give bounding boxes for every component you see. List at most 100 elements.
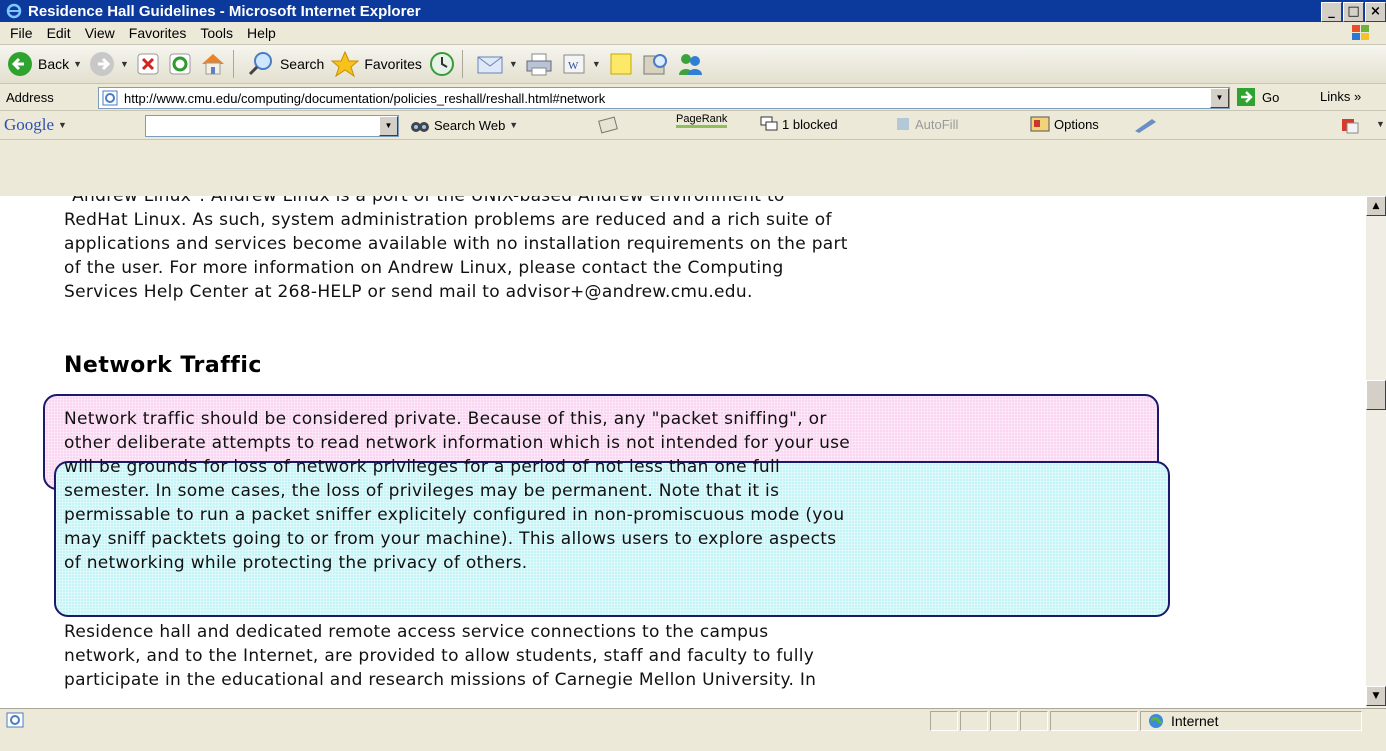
text-line: applications and services become availab… [64, 234, 848, 254]
back-arrow-icon [8, 52, 32, 76]
mail-button[interactable]: ▼ [475, 51, 518, 77]
scroll-thumb[interactable] [1366, 380, 1386, 410]
menu-edit[interactable]: Edit [47, 25, 71, 41]
status-pane [1050, 711, 1138, 731]
stop-button[interactable] [135, 51, 161, 77]
section-heading: Network Traffic [64, 353, 262, 378]
scroll-up-button[interactable]: ▲ [1366, 196, 1386, 216]
discuss-button[interactable] [607, 51, 635, 77]
text-line: participate in the educational and resea… [64, 670, 817, 690]
text-line: network, and to the Internet, are provid… [64, 646, 815, 666]
search-label: Search [279, 56, 325, 72]
search-button[interactable]: Search [246, 50, 324, 78]
ie-icon [6, 3, 22, 19]
address-bar: Address http://www.cmu.edu/computing/doc… [0, 84, 1386, 111]
menu-bar: File Edit View Favorites Tools Help [0, 22, 1386, 45]
title-bar: Residence Hall Guidelines - Microsoft In… [0, 0, 1386, 22]
word-icon: W [563, 54, 585, 74]
page-content: "Andrew Linux": Andrew Linux is a port o… [0, 196, 1366, 708]
mail-icon [477, 56, 503, 74]
favorites-button[interactable]: Favorites [330, 50, 422, 78]
history-button[interactable] [428, 50, 456, 78]
options-label: Options [1054, 116, 1099, 132]
scroll-down-button[interactable]: ▼ [1366, 686, 1386, 706]
status-pane [1020, 711, 1048, 731]
star-icon [330, 50, 360, 78]
windows-flag-icon [1352, 25, 1369, 40]
menu-view[interactable]: View [85, 25, 115, 41]
pagerank-label: PageRank [676, 113, 728, 128]
minimize-button[interactable]: _ [1321, 2, 1342, 22]
research-icon [643, 54, 667, 75]
menu-favorites[interactable]: Favorites [129, 25, 187, 41]
home-button[interactable] [199, 51, 227, 77]
options-icon [1030, 116, 1050, 132]
go-arrow-icon [1237, 88, 1255, 106]
close-button[interactable]: × [1365, 2, 1386, 22]
google-logo[interactable]: Google [4, 115, 54, 135]
options-button[interactable]: Options [1030, 116, 1099, 132]
residence-paragraph: Residence hall and dedicated remote acce… [64, 620, 1114, 692]
translate-icon[interactable] [1340, 117, 1360, 135]
highlight-pen-icon[interactable] [1132, 117, 1158, 133]
menu-tools[interactable]: Tools [200, 25, 233, 41]
home-icon [201, 54, 224, 75]
toolbar-divider [232, 50, 234, 78]
messenger-button[interactable] [675, 51, 705, 77]
zone-label: Internet [1171, 713, 1219, 729]
chevron-down-icon[interactable]: ▼ [1376, 119, 1385, 129]
text-line: Network traffic should be considered pri… [64, 409, 827, 429]
page-icon [102, 90, 118, 106]
refresh-button[interactable] [167, 51, 193, 77]
news-icon[interactable] [598, 116, 618, 134]
autofill-button[interactable]: AutoFill [895, 116, 958, 132]
print-button[interactable] [524, 51, 554, 77]
text-line: "Andrew Linux": Andrew Linux is a port o… [64, 196, 785, 206]
popup-blocker-button[interactable]: 1 blocked [760, 116, 838, 132]
text-line: semester. In some cases, the loss of pri… [64, 481, 780, 501]
chevron-down-icon: ▼ [509, 120, 519, 130]
search-web-button[interactable]: Search Web ▼ [410, 116, 518, 134]
links-button[interactable]: Links » [1320, 89, 1361, 104]
go-button[interactable]: Go [1236, 87, 1279, 107]
network-traffic-paragraph: Network traffic should be considered pri… [64, 407, 1114, 575]
toolbar-divider [461, 50, 463, 78]
research-button[interactable] [641, 51, 669, 77]
maximize-button[interactable]: □ [1343, 2, 1364, 22]
google-search-dropdown[interactable]: ▼ [379, 116, 398, 136]
history-icon [429, 52, 454, 76]
pagerank-indicator[interactable]: PageRank [676, 113, 728, 128]
address-input[interactable]: http://www.cmu.edu/computing/documentati… [98, 87, 1230, 109]
window-title: Residence Hall Guidelines - Microsoft In… [28, 2, 421, 20]
text-line: may sniff packtets going to or from your… [64, 529, 837, 549]
favorites-label: Favorites [364, 56, 422, 72]
text-line: permissable to run a packet sniffer expl… [64, 505, 845, 525]
address-dropdown-button[interactable]: ▼ [1210, 88, 1229, 108]
svg-text:W: W [568, 60, 579, 72]
status-bar: Internet [0, 708, 1386, 751]
text-line: will be grounds for loss of network priv… [64, 457, 781, 477]
blocked-count: 1 blocked [782, 116, 838, 132]
text-line: Residence hall and dedicated remote acce… [64, 622, 769, 642]
chevron-down-icon: ▼ [120, 59, 129, 69]
security-zone: Internet [1140, 711, 1362, 731]
autofill-icon [897, 118, 909, 130]
binoculars-icon [411, 122, 429, 132]
popup-blocked-icon [760, 116, 778, 131]
chevron-down-icon[interactable]: ▼ [58, 120, 67, 130]
edit-button[interactable]: W ▼ [560, 52, 601, 76]
google-toolbar: Google ▼ ▼ Search Web ▼ PageRank 1 block… [0, 111, 1386, 140]
back-button[interactable]: Back ▼ [6, 50, 82, 78]
text-line: other deliberate attempts to read networ… [64, 433, 851, 453]
menu-help[interactable]: Help [247, 25, 276, 41]
google-search-input[interactable]: ▼ [145, 115, 399, 137]
standard-toolbar: Back ▼ ▼ Search Favorites ▼ W ▼ [0, 45, 1386, 84]
forward-button[interactable]: ▼ [88, 50, 129, 78]
intro-paragraph: "Andrew Linux": Andrew Linux is a port o… [64, 196, 1114, 304]
text-line: RedHat Linux. As such, system administra… [64, 210, 832, 230]
menu-file[interactable]: File [10, 25, 33, 41]
vertical-scrollbar[interactable]: ▲ ▼ [1366, 196, 1386, 708]
autofill-label: AutoFill [915, 116, 959, 132]
status-pane [990, 711, 1018, 731]
back-label: Back [38, 56, 70, 72]
